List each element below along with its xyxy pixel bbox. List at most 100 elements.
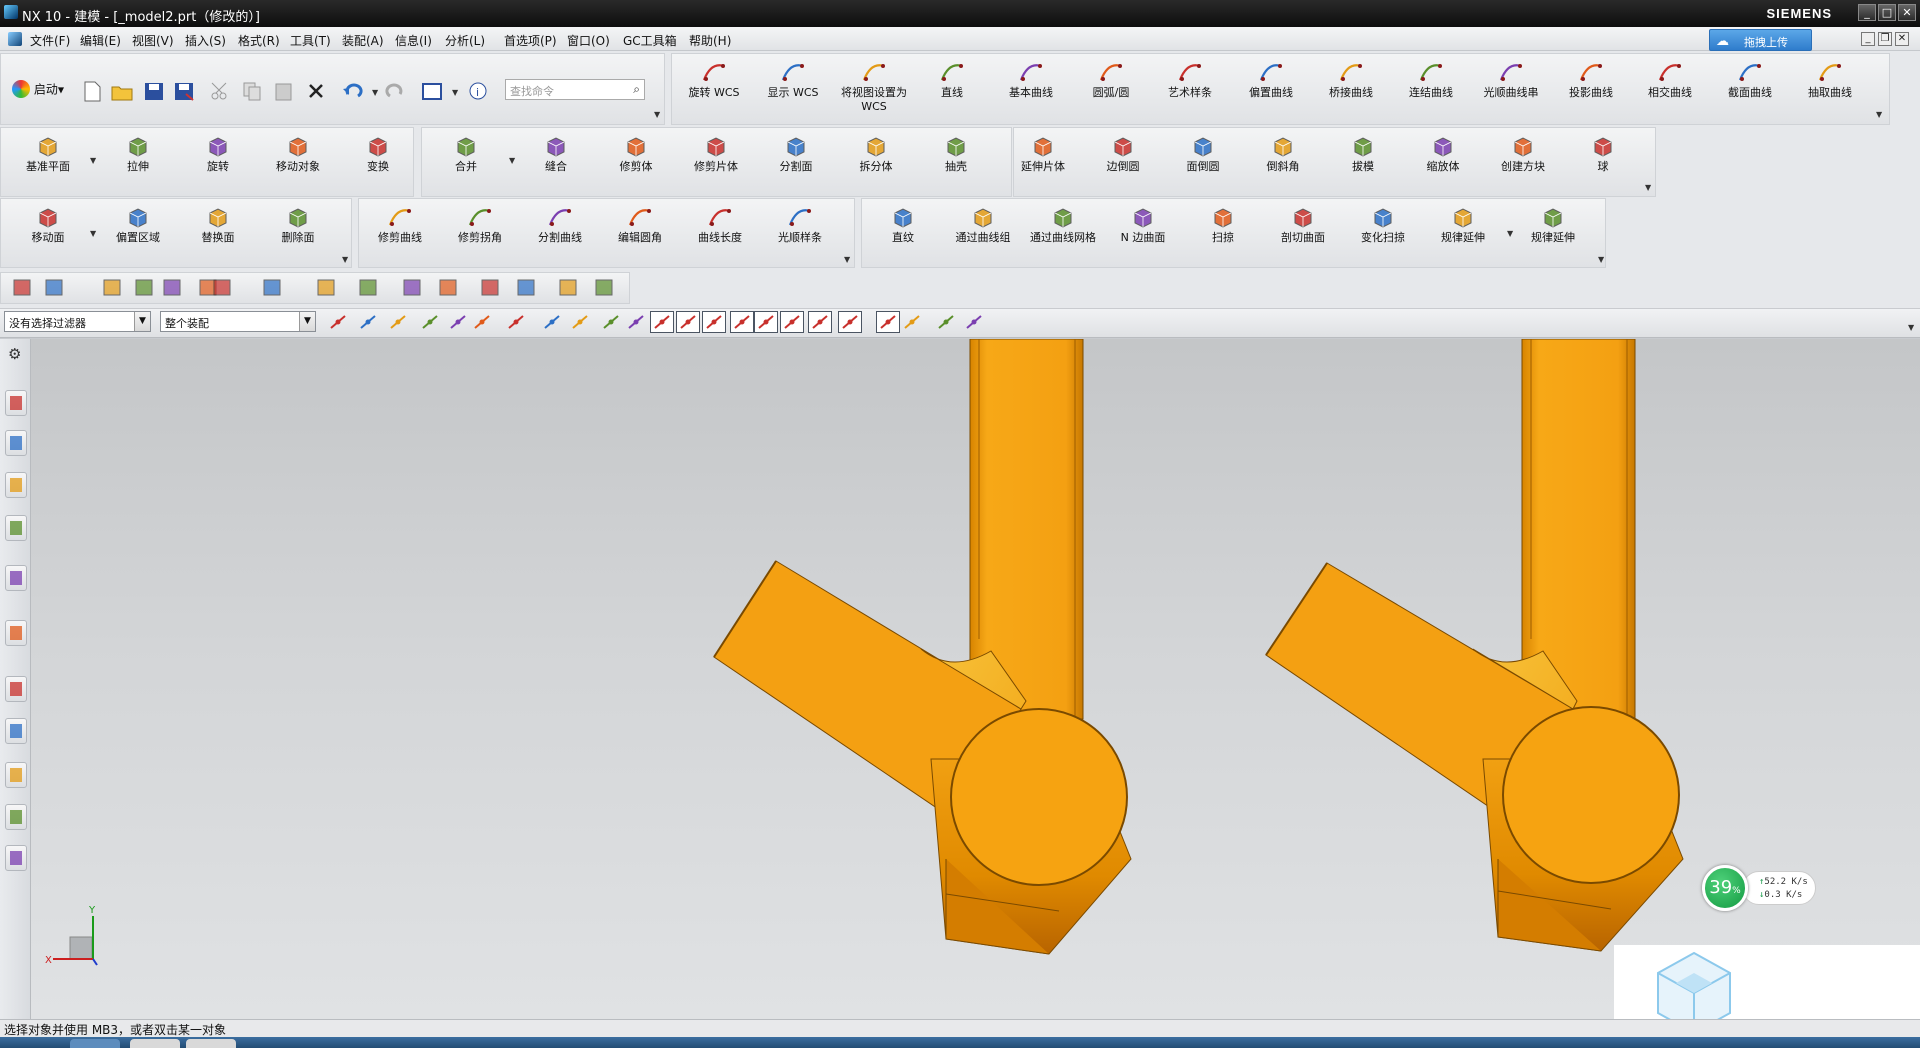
surface-tool-7-button[interactable]: 规律延伸	[1425, 201, 1501, 259]
sync-tool-1-button[interactable]: 偏置区域	[100, 201, 176, 259]
curve-tool-6-button[interactable]: 艺术样条	[1152, 56, 1228, 114]
selection-scope-dropdown[interactable]: 整个装配 ▼	[160, 311, 316, 332]
minimize-button[interactable]: _	[1858, 4, 1876, 21]
detail-tool-3-button[interactable]: 倒斜角	[1245, 130, 1321, 188]
doc-close-button[interactable]: ✕	[1895, 32, 1909, 46]
menu-analysis[interactable]: 分析(L)	[445, 32, 485, 49]
new-file-icon[interactable]	[80, 80, 104, 102]
snap-point-21-icon[interactable]	[934, 311, 958, 333]
process-studio-icon[interactable]	[5, 718, 27, 744]
detail-tool-5-button[interactable]: 缩放体	[1405, 130, 1481, 188]
surface-tool-4-button[interactable]: 扫掠	[1185, 201, 1261, 259]
menu-format[interactable]: 格式(R)	[238, 32, 280, 49]
history-icon[interactable]	[5, 676, 27, 702]
curve-tool-8-button[interactable]: 桥接曲线	[1313, 56, 1389, 114]
view-tool-2-icon[interactable]	[100, 276, 124, 298]
network-speed-widget[interactable]: ↑52.2 K/s ↓0.3 K/s 39%	[1698, 861, 1816, 911]
save-icon[interactable]	[142, 80, 166, 102]
feature-tool-2-button[interactable]: 旋转	[180, 130, 256, 188]
snap-point-9-icon[interactable]	[599, 311, 623, 333]
snap-point-17-icon[interactable]	[808, 311, 832, 333]
snap-point-12-icon[interactable]	[676, 311, 700, 333]
curve-tool-9-button[interactable]: 连结曲线	[1393, 56, 1469, 114]
menu-app-icon[interactable]	[8, 32, 22, 46]
feature-tool-0-button[interactable]: 基准平面	[10, 130, 86, 188]
snap-point-4-icon[interactable]	[446, 311, 470, 333]
maximize-button[interactable]: □	[1878, 4, 1896, 21]
search-command-input[interactable]: 查找命令 ⌕	[505, 79, 645, 100]
web-browser-icon[interactable]	[5, 620, 27, 646]
curve-tool-10-button[interactable]: 光顺曲线串	[1473, 56, 1549, 114]
window-icon[interactable]	[420, 80, 444, 102]
surface-tool-8-button[interactable]: 规律延伸	[1515, 201, 1591, 259]
snap-point-7-icon[interactable]	[540, 311, 564, 333]
menu-view[interactable]: 视图(V)	[132, 32, 174, 49]
copy-icon[interactable]	[240, 80, 264, 102]
view-tool-8-icon[interactable]	[314, 276, 338, 298]
view-tool-0-icon[interactable]	[10, 276, 34, 298]
combine-tool-0-button[interactable]: 合并	[428, 130, 504, 188]
combine-tool-6-button[interactable]: 抽壳	[918, 130, 994, 188]
edit-curve-tool-5-button[interactable]: 光顺样条	[762, 201, 838, 259]
curve-tool-0-button[interactable]: 旋转 WCS	[676, 56, 752, 114]
snap-point-22-icon[interactable]	[962, 311, 986, 333]
snap-point-11-icon[interactable]	[650, 311, 674, 333]
snap-point-8-icon[interactable]	[568, 311, 592, 333]
curve-tool-13-button[interactable]: 截面曲线	[1712, 56, 1788, 114]
start-button[interactable]: 启动▼	[12, 80, 64, 100]
view-tool-6-icon[interactable]	[210, 276, 234, 298]
system-materials-icon[interactable]	[5, 845, 27, 871]
menu-assembly[interactable]: 装配(A)	[342, 32, 384, 49]
snap-point-0-icon[interactable]	[326, 311, 350, 333]
menu-info[interactable]: 信息(I)	[395, 32, 432, 49]
curve-tool-12-button[interactable]: 相交曲线	[1632, 56, 1708, 114]
taskbar-item[interactable]	[70, 1039, 120, 1048]
snap-point-19-icon[interactable]	[876, 311, 900, 333]
view-tool-12-icon[interactable]	[478, 276, 502, 298]
combine-tool-2-button[interactable]: 修剪体	[598, 130, 674, 188]
sync-tool-3-button[interactable]: 删除面	[260, 201, 336, 259]
save-as-icon[interactable]	[172, 80, 196, 102]
hd3d-tools-icon[interactable]	[5, 565, 27, 591]
snap-point-5-icon[interactable]	[470, 311, 494, 333]
assembly-navigator-icon[interactable]	[5, 430, 27, 456]
snap-point-15-icon[interactable]	[754, 311, 778, 333]
curve-tool-11-button[interactable]: 投影曲线	[1553, 56, 1629, 114]
feature-tool-1-button[interactable]: 拉伸	[100, 130, 176, 188]
snap-point-1-icon[interactable]	[356, 311, 380, 333]
edit-curve-tool-3-button[interactable]: 编辑圆角	[602, 201, 678, 259]
detail-tool-7-button[interactable]: 球	[1565, 130, 1641, 188]
information-icon[interactable]: i	[466, 80, 490, 102]
snap-point-18-icon[interactable]	[838, 311, 862, 333]
surface-tool-1-button[interactable]: 通过曲线组	[945, 201, 1021, 259]
surface-tool-2-button[interactable]: 通过曲线网格	[1025, 201, 1101, 259]
part-body-right[interactable]	[1265, 339, 1684, 952]
snap-point-6-icon[interactable]	[504, 311, 528, 333]
snap-point-2-icon[interactable]	[386, 311, 410, 333]
roles-icon[interactable]	[5, 804, 27, 830]
curve-tool-4-button[interactable]: 基本曲线	[993, 56, 1069, 114]
edit-curve-tool-4-button[interactable]: 曲线长度	[682, 201, 758, 259]
curve-tool-3-button[interactable]: 直线	[914, 56, 990, 114]
menu-help[interactable]: 帮助(H)	[689, 32, 731, 49]
graphics-window[interactable]: Y X	[31, 339, 1920, 1019]
sync-tool-0-button[interactable]: 移动面	[10, 201, 86, 259]
feature-tool-3-button[interactable]: 移动对象	[260, 130, 336, 188]
menu-insert[interactable]: 插入(S)	[185, 32, 226, 49]
snap-point-3-icon[interactable]	[418, 311, 442, 333]
combine-tool-1-button[interactable]: 缝合	[518, 130, 594, 188]
selection-filter-dropdown[interactable]: 没有选择过滤器 ▼	[4, 311, 151, 332]
reuse-library-icon[interactable]	[5, 515, 27, 541]
taskbar-item[interactable]	[186, 1039, 236, 1048]
view-tool-1-icon[interactable]	[42, 276, 66, 298]
doc-restore-button[interactable]: ❐	[1878, 32, 1892, 46]
curve-tool-7-button[interactable]: 偏置曲线	[1233, 56, 1309, 114]
surface-tool-5-button[interactable]: 剖切曲面	[1265, 201, 1341, 259]
redo-icon[interactable]	[384, 80, 408, 102]
menu-tools[interactable]: 工具(T)	[290, 32, 331, 49]
taskbar-item[interactable]	[130, 1039, 180, 1048]
view-tool-9-icon[interactable]	[356, 276, 380, 298]
view-tool-7-icon[interactable]	[260, 276, 284, 298]
surface-tool-3-button[interactable]: N 边曲面	[1105, 201, 1181, 259]
edit-curve-tool-0-button[interactable]: 修剪曲线	[362, 201, 438, 259]
